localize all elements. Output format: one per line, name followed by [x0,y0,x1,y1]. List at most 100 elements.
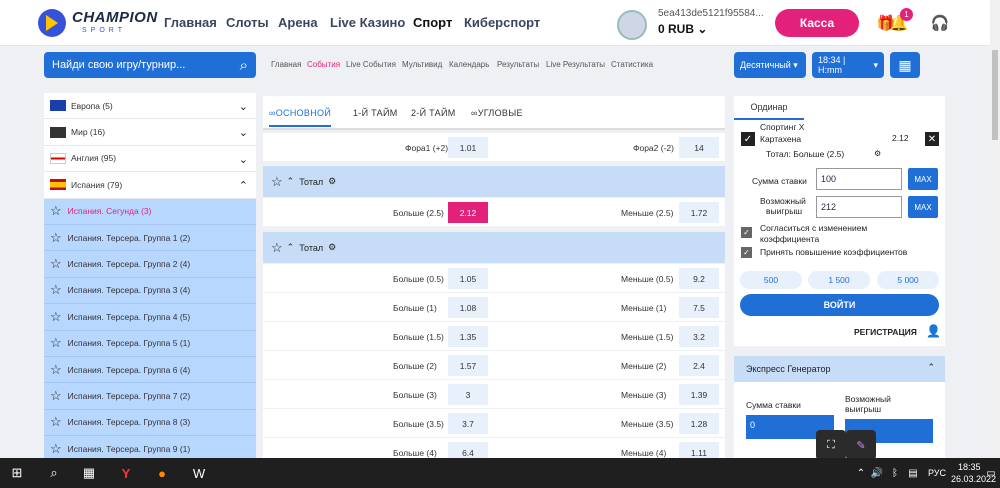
stats-icon[interactable]: ⚙ [328,242,336,253]
firefox-icon[interactable]: ● [153,464,171,482]
search-icon[interactable]: ⌕ [240,57,248,74]
star-icon[interactable]: ☆ [271,240,283,256]
odd-button[interactable]: 3 [448,384,488,405]
champion-logo[interactable]: CHAMPION SPORT [38,8,157,38]
stats-icon[interactable]: ⚙ [328,176,336,187]
quick-stake-button[interactable]: 5 000 [877,271,939,289]
star-icon[interactable]: ☆ [50,203,62,219]
win-input[interactable]: 212 [816,196,902,218]
calculator-icon[interactable]: ▦ [890,52,920,78]
odd-button[interactable]: 1.35 [448,326,488,347]
calculator-app-icon[interactable]: ▦ [80,464,98,482]
clock-time[interactable]: 18:35 [958,462,981,472]
scrollbar-thumb[interactable] [992,50,998,140]
stake-input[interactable]: 100 [816,168,902,190]
subnav-events[interactable]: События [307,60,340,69]
sidebar-league-item[interactable]: ☆ Испания. Терсера. Группа 6 (4) [44,356,256,384]
game-controller-icon[interactable]: ⛶ [816,430,846,460]
odd-button[interactable]: 9.2 [679,268,719,289]
odd-button[interactable]: 2.4 [679,355,719,376]
max-button[interactable]: MAX [908,196,938,218]
odd-button-selected[interactable]: 2.12 [448,202,488,223]
star-icon[interactable]: ☆ [50,441,62,457]
page-scrollbar[interactable] [990,0,1000,458]
network-icon[interactable]: ▤ [904,464,922,482]
stats-icon[interactable]: ⚙ [874,149,881,158]
checkbox-checked[interactable]: ✓ [741,247,752,258]
nav-slots[interactable]: Слоты [226,15,269,30]
tab-second-half[interactable]: 2-Й ТАЙМ [411,108,456,118]
star-icon[interactable]: ☆ [50,335,62,351]
odds-format-dropdown[interactable]: Десятичный ▾ [734,52,806,78]
star-icon[interactable]: ☆ [50,282,62,298]
speaker-icon[interactable]: 🔊 [868,464,886,482]
odd-button[interactable]: 7.5 [679,297,719,318]
odd-button[interactable]: 1.05 [448,268,488,289]
nav-live-casino[interactable]: Live Казино [330,15,405,30]
odd-button[interactable]: 1.01 [448,137,488,158]
odd-button[interactable]: 3.7 [448,413,488,434]
star-icon[interactable]: ☆ [50,230,62,246]
sidebar-league-item[interactable]: ☆ Испания. Терсера. Группа 4 (5) [44,304,256,331]
nav-arena[interactable]: Арена [278,15,318,30]
tab-single[interactable]: Ординар [734,96,804,120]
tab-corners[interactable]: ∞УГЛОВЫЕ [471,108,523,118]
express-header[interactable]: Экспресс Генератор ⌃ [734,356,945,382]
sidebar-league-item[interactable]: ☆ Испания. Терсера. Группа 1 (2) [44,224,256,252]
tab-main[interactable]: ∞ОСНОВНОЙ [269,108,332,127]
checkbox-checked[interactable]: ✓ [741,132,755,146]
account-avatar[interactable] [617,10,647,40]
tab-first-half[interactable]: 1-Й ТАЙМ [353,108,398,118]
sidebar-league-item[interactable]: ☆ Испания. Терсера. Группа 8 (3) [44,409,256,437]
language-indicator[interactable]: РУС [928,468,946,478]
sidebar-league-item[interactable]: ☆ Испания. Терсера. Группа 3 (4) [44,277,256,305]
sidebar-league-item[interactable]: ☆ Испания. Терсера. Группа 7 (2) [44,383,256,410]
yandex-browser-icon[interactable]: Y [117,464,135,482]
max-button[interactable]: MAX [908,168,938,190]
odd-button[interactable]: 3.2 [679,326,719,347]
star-icon[interactable]: ☆ [50,362,62,378]
star-icon[interactable]: ☆ [50,414,62,430]
sidebar-league-item[interactable]: ☆ Испания. Терсера. Группа 5 (1) [44,330,256,357]
bluetooth-icon[interactable]: ᛒ [886,464,904,482]
subnav-home[interactable]: Главная [271,60,301,69]
kassa-button[interactable]: Касса [775,9,859,37]
subnav-live-results[interactable]: Live Результаты [546,60,605,69]
sidebar-country-europe[interactable]: Европа (5) ⌄ [44,93,256,120]
quick-stake-button[interactable]: 500 [740,271,802,289]
search-input[interactable]: Найди свою игру/турнир... ⌕ [44,52,256,78]
odd-button[interactable]: 1.72 [679,202,719,223]
windows-start-icon[interactable]: ⊞ [8,464,26,482]
notification-center-icon[interactable]: ▭ [982,464,1000,482]
star-icon[interactable]: ☆ [50,256,62,272]
sidebar-league-item[interactable]: ☆ Испания. Терсера. Группа 2 (4) [44,251,256,278]
user-icon[interactable]: 👤 [926,324,941,338]
odd-button[interactable]: 14 [679,137,719,158]
star-icon[interactable]: ☆ [271,174,283,190]
subnav-calendar[interactable]: Календарь [449,60,489,69]
feather-icon[interactable]: ✎ [846,430,876,460]
odd-button[interactable]: 1.28 [679,413,719,434]
sidebar-league-item[interactable]: ☆ Испания. Терсера. Группа 9 (1) [44,436,256,460]
headset-icon[interactable]: 🎧 [930,13,950,33]
market-header-total[interactable]: ☆ ⌃ Тотал ⚙ [263,166,725,197]
sidebar-country-world[interactable]: Мир (16) ⌄ [44,119,256,146]
quick-stake-button[interactable]: 1 500 [808,271,870,289]
time-format-dropdown[interactable]: 18:34 | H:mm ▾ [812,52,884,78]
odd-button[interactable]: 1.39 [679,384,719,405]
sidebar-league-item[interactable]: ☆ Испания. Сегунда (3) [44,198,256,225]
sidebar-country-spain[interactable]: Испания (79) ⌃ [44,172,256,199]
search-icon[interactable]: ⌕ [45,464,63,482]
odd-button[interactable]: 1.57 [448,355,488,376]
login-button[interactable]: ВОЙТИ [740,294,939,316]
market-header-total[interactable]: ☆ ⌃ Тотал ⚙ [263,232,725,263]
sidebar-country-england[interactable]: Англия (95) ⌄ [44,145,256,173]
register-link[interactable]: РЕГИСТРАЦИЯ [854,327,917,337]
star-icon[interactable]: ☆ [50,388,62,404]
close-icon[interactable]: ✕ [925,132,939,146]
nav-esports[interactable]: Киберспорт [464,15,540,30]
app-w-icon[interactable]: W [190,464,208,482]
odd-button[interactable]: 1.08 [448,297,488,318]
subnav-live-events[interactable]: Live События [346,60,396,69]
subnav-multiview[interactable]: Мультивид [402,60,442,69]
